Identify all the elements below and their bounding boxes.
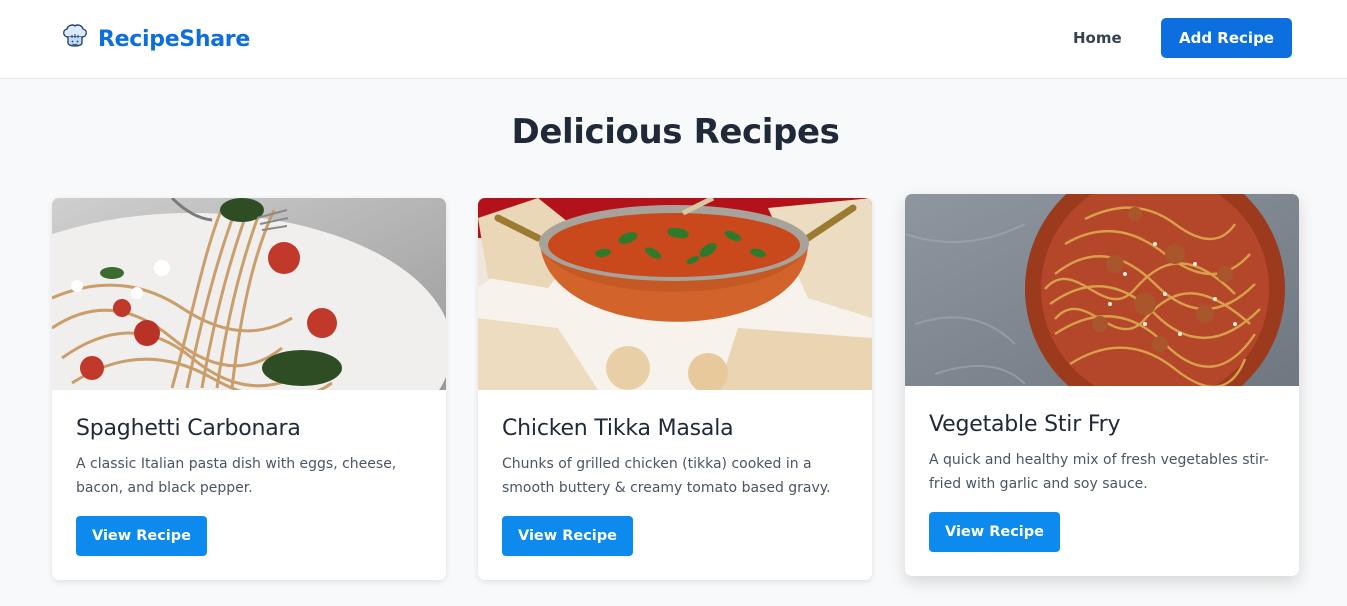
recipe-description: A quick and healthy mix of fresh vegetab… [929, 452, 1269, 492]
recipe-card: Spaghetti Carbonara A classic Italian pa… [52, 198, 446, 580]
recipe-image-spaghetti-carbonara [52, 198, 446, 390]
page-title: Delicious Recipes [511, 112, 840, 152]
recipe-title: Spaghetti Carbonara [76, 416, 301, 441]
recipe-card: Chicken Tikka Masala Chunks of grilled c… [478, 198, 872, 580]
brand-link[interactable]: RecipeShare [60, 22, 250, 56]
brand-name: RecipeShare [98, 26, 250, 52]
nav-home-link[interactable]: Home [1073, 29, 1122, 47]
recipe-description: A classic Italian pasta dish with eggs, … [76, 456, 397, 496]
view-recipe-button[interactable]: View Recipe [502, 516, 633, 556]
recipe-card: Vegetable Stir Fry A quick and healthy m… [905, 194, 1299, 576]
add-recipe-button[interactable]: Add Recipe [1161, 18, 1292, 58]
recipe-description: Chunks of grilled chicken (tikka) cooked… [502, 456, 831, 496]
recipe-image-chicken-tikka-masala [478, 198, 872, 390]
recipe-title: Chicken Tikka Masala [502, 416, 734, 441]
recipe-title: Vegetable Stir Fry [929, 412, 1121, 437]
chef-hat-icon [60, 22, 90, 56]
view-recipe-button[interactable]: View Recipe [929, 512, 1060, 552]
recipe-image-vegetable-stir-fry [905, 194, 1299, 386]
view-recipe-button[interactable]: View Recipe [76, 516, 207, 556]
navbar: RecipeShare Home Add Recipe [0, 0, 1347, 79]
